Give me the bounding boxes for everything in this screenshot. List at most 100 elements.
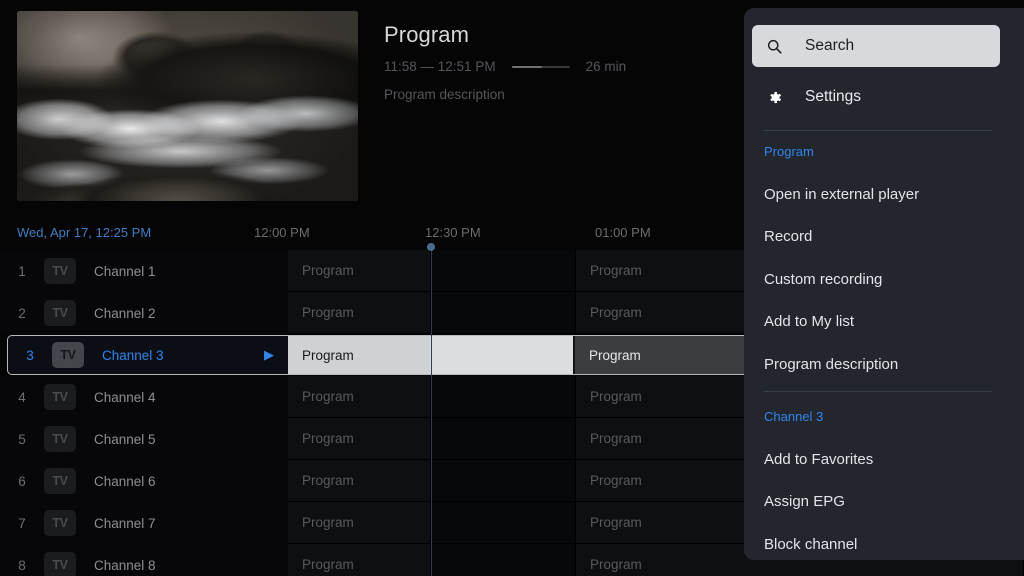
- program-cell-label: Program: [302, 473, 354, 488]
- program-time-range: 11:58 — 12:51 PM: [384, 59, 496, 74]
- context-menu-panel: Search Settings Program Open in external…: [744, 8, 1024, 560]
- channel-logo-icon: TV: [44, 468, 76, 494]
- channel-logo-icon: TV: [52, 342, 84, 368]
- program-cell[interactable]: [431, 376, 576, 418]
- channel-name: Channel 7: [94, 515, 156, 531]
- epg-time-tick: 12:30 PM: [425, 225, 481, 240]
- channel-number: 1: [18, 263, 26, 279]
- program-duration: 26 min: [585, 59, 627, 74]
- program-cell[interactable]: [431, 502, 576, 544]
- channel-number: 4: [18, 389, 26, 405]
- menu-item-add-to-favorites[interactable]: Add to Favorites: [752, 441, 1000, 477]
- search-icon: [766, 38, 783, 55]
- channel-name: Channel 2: [94, 305, 156, 321]
- program-info-panel: Program 11:58 — 12:51 PM 26 min Program …: [384, 22, 734, 102]
- program-cell-label: Program: [590, 431, 642, 446]
- channel-cell[interactable]: 5TVChannel 5▶: [0, 418, 288, 460]
- channel-logo-icon: TV: [44, 258, 76, 284]
- epg-date-label: Wed, Apr 17, 12:25 PM: [17, 225, 152, 240]
- menu-section-header-channel: Channel 3: [764, 409, 824, 424]
- program-cell[interactable]: [431, 292, 576, 334]
- menu-item-custom-recording[interactable]: Custom recording: [752, 261, 1000, 297]
- settings-label: Settings: [805, 88, 862, 105]
- channel-name: Channel 8: [94, 557, 156, 573]
- channel-name: Channel 6: [94, 473, 156, 489]
- program-cell-label: Program: [590, 305, 642, 320]
- program-cell-label: Program: [302, 515, 354, 530]
- program-title: Program: [384, 22, 470, 47]
- channel-name: Channel 3: [102, 347, 164, 363]
- program-cell-label: Program: [302, 305, 354, 320]
- menu-item-program-description[interactable]: Program description: [752, 346, 1000, 382]
- program-cell[interactable]: [431, 418, 576, 460]
- program-cell[interactable]: [431, 460, 576, 502]
- program-cell[interactable]: Program: [288, 544, 431, 576]
- channel-cell[interactable]: 3 TV Channel 3 ▶: [8, 336, 288, 374]
- epg-app: Program 11:58 — 12:51 PM 26 min Program …: [0, 0, 1024, 576]
- program-cell[interactable]: Program: [288, 250, 431, 292]
- program-cell[interactable]: [431, 250, 576, 292]
- program-cell[interactable]: Program: [288, 460, 431, 502]
- program-cell-label: Program: [302, 347, 354, 363]
- program-cell-focused[interactable]: Program: [288, 336, 430, 374]
- channel-name: Channel 1: [94, 263, 156, 279]
- current-time-indicator: [427, 243, 435, 251]
- current-time-line: [431, 250, 432, 576]
- channel-name: Channel 4: [94, 389, 156, 405]
- channel-number: 5: [18, 431, 26, 447]
- program-cell-label: Program: [302, 263, 354, 278]
- search-input[interactable]: Search: [752, 25, 1000, 67]
- preview-vignette: [17, 11, 358, 201]
- channel-cell[interactable]: 4TVChannel 4▶: [0, 376, 288, 418]
- channel-name: Channel 5: [94, 431, 156, 447]
- epg-time-tick: 12:00 PM: [254, 225, 310, 240]
- program-cell-label: Program: [302, 431, 354, 446]
- program-cell-label: Program: [302, 389, 354, 404]
- channel-cell[interactable]: 7TVChannel 7▶: [0, 502, 288, 544]
- channel-number: 2: [18, 305, 26, 321]
- menu-item-block-channel[interactable]: Block channel: [752, 526, 1000, 560]
- channel-number: 3: [26, 347, 34, 363]
- menu-item-open-in-external-player[interactable]: Open in external player: [752, 176, 1000, 212]
- settings-menu-item[interactable]: Settings: [752, 76, 1000, 118]
- program-cell[interactable]: Program: [288, 418, 431, 460]
- program-cell[interactable]: Program: [288, 376, 431, 418]
- program-cell-label: Program: [590, 515, 642, 530]
- menu-item-add-to-my-list[interactable]: Add to My list: [752, 304, 1000, 340]
- program-cell-label: Program: [590, 263, 642, 278]
- program-cell[interactable]: Program: [288, 502, 431, 544]
- program-cell[interactable]: [431, 544, 576, 576]
- menu-divider: [764, 130, 992, 131]
- menu-divider: [764, 391, 992, 392]
- channel-logo-icon: TV: [44, 552, 76, 576]
- epg-time-tick: 01:00 PM: [595, 225, 651, 240]
- program-description: Program description: [384, 87, 505, 102]
- gear-icon: [766, 89, 783, 106]
- menu-section-header-program: Program: [764, 144, 814, 159]
- program-progress-bar: [511, 65, 570, 68]
- channel-cell[interactable]: 2TVChannel 2▶: [0, 292, 288, 334]
- program-cell[interactable]: Program: [288, 292, 431, 334]
- program-meta: 11:58 — 12:51 PM 26 min: [384, 59, 734, 74]
- channel-logo-icon: TV: [44, 510, 76, 536]
- channel-number: 7: [18, 515, 26, 531]
- program-cell-label: Program: [590, 389, 642, 404]
- live-video-preview[interactable]: [17, 11, 358, 201]
- channel-number: 8: [18, 557, 26, 573]
- program-cell-label: Program: [590, 557, 642, 572]
- program-cell-label: Program: [302, 557, 354, 572]
- program-cell-label: Program: [589, 347, 641, 363]
- channel-number: 6: [18, 473, 26, 489]
- search-label: Search: [805, 37, 855, 54]
- channel-logo-icon: TV: [44, 384, 76, 410]
- program-cell-label: Program: [590, 473, 642, 488]
- menu-item-assign-epg[interactable]: Assign EPG: [752, 484, 1000, 520]
- channel-cell[interactable]: 1TVChannel 1▶: [0, 250, 288, 292]
- menu-item-record[interactable]: Record: [752, 219, 1000, 255]
- channel-cell[interactable]: 6TVChannel 6▶: [0, 460, 288, 502]
- play-icon[interactable]: ▶: [264, 347, 274, 363]
- program-cell-focused[interactable]: [430, 336, 575, 374]
- channel-logo-icon: TV: [44, 300, 76, 326]
- channel-cell[interactable]: 8TVChannel 8▶: [0, 544, 288, 576]
- channel-logo-icon: TV: [44, 426, 76, 452]
